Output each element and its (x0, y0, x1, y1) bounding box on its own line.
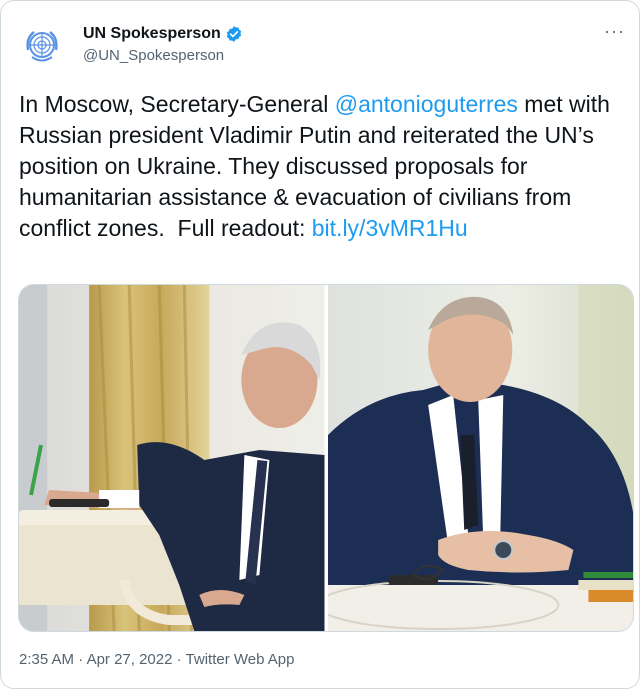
avatar[interactable] (19, 23, 65, 69)
tweet-date[interactable]: Apr 27, 2022 (87, 651, 173, 668)
display-name[interactable]: UN Spokesperson (83, 25, 221, 43)
tweet-text: In Moscow, Secretary-General @antoniogut… (19, 89, 625, 244)
meta-separator: · (74, 651, 87, 668)
tweet-card: UN Spokesperson @UN_Spokesperson ··· In … (0, 0, 640, 689)
tweet-text-part-1: In Moscow, Secretary-General (19, 91, 335, 117)
tweet-time[interactable]: 2:35 AM (19, 651, 74, 668)
photo-putin[interactable] (327, 285, 633, 631)
account-names: UN Spokesperson @UN_Spokesperson (83, 25, 243, 64)
media-grid (18, 284, 634, 632)
mention-link[interactable]: @antonioguterres (335, 91, 518, 117)
account-handle[interactable]: @UN_Spokesperson (83, 47, 243, 64)
tweet-header: UN Spokesperson @UN_Spokesperson ··· (1, 1, 639, 81)
more-options-icon[interactable]: ··· (604, 21, 625, 42)
meta-separator: · (172, 651, 186, 668)
readout-link[interactable]: bit.ly/3vMR1Hu (312, 215, 468, 241)
tweet-timestamp: 2:35 AM · Apr 27, 2022 · Twitter Web App (19, 651, 294, 668)
verified-badge-icon (226, 26, 241, 42)
un-emblem-icon (21, 25, 63, 67)
tweet-source[interactable]: Twitter Web App (186, 651, 295, 668)
photo-guterres[interactable] (19, 285, 325, 631)
photo-putin-illustration (327, 285, 633, 631)
display-name-row[interactable]: UN Spokesperson (83, 25, 243, 43)
photo-guterres-illustration (19, 285, 325, 631)
